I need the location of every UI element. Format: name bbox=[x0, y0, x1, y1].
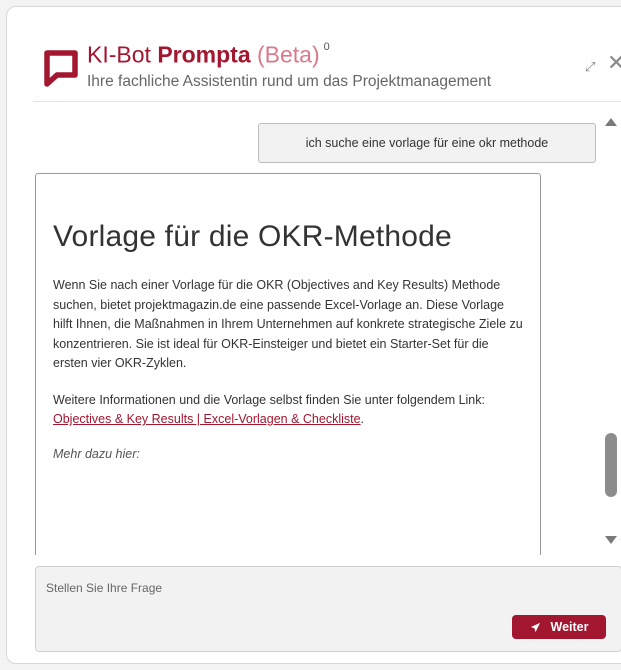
expand-icon[interactable]: ⤢ bbox=[585, 59, 595, 75]
chat-history[interactable]: ich suche eine vorlage für eine okr meth… bbox=[7, 111, 621, 555]
chat-header: KI-Bot Prompta (Beta) 0 Ihre fachliche As… bbox=[7, 7, 621, 107]
send-button-label: Weiter bbox=[550, 620, 589, 634]
chatbot-widget: KI-Bot Prompta (Beta) 0 Ihre fachliche As… bbox=[6, 6, 621, 664]
send-button[interactable]: Weiter bbox=[512, 615, 606, 639]
chat-scrollbar[interactable] bbox=[599, 111, 621, 555]
scroll-down-arrow-icon[interactable] bbox=[605, 536, 617, 544]
bot-message-paragraph: Wenn Sie nach einer Vorlage für die OKR … bbox=[53, 278, 523, 370]
bot-message-link-paragraph: Weitere Informationen und die Vorlage se… bbox=[53, 391, 524, 430]
question-input[interactable] bbox=[44, 577, 488, 599]
bot-message: Vorlage für die OKR-Methode Wenn Sie nac… bbox=[35, 173, 541, 555]
link-trailing-text: . bbox=[360, 412, 365, 426]
link-intro-text: Weitere Informationen und die Vorlage se… bbox=[53, 392, 485, 407]
chat-title: KI-Bot Prompta (Beta) 0 bbox=[87, 36, 330, 70]
close-icon[interactable]: ✕ bbox=[607, 51, 621, 75]
chat-bubble-logo-icon bbox=[44, 50, 78, 87]
template-link[interactable]: Objectives & Key Results | Excel-Vorlage… bbox=[53, 412, 361, 426]
more-info-text: Mehr dazu hier: bbox=[53, 446, 140, 461]
header-divider bbox=[33, 101, 621, 102]
scrollbar-thumb[interactable] bbox=[605, 433, 617, 497]
title-name: Prompta bbox=[157, 41, 251, 68]
user-message: ich suche eine vorlage für eine okr meth… bbox=[258, 123, 596, 163]
title-beta: (Beta) bbox=[250, 41, 320, 68]
title-brand: KI-Bot bbox=[87, 41, 158, 68]
scroll-up-arrow-icon[interactable] bbox=[605, 118, 617, 126]
question-input-box[interactable]: Weiter bbox=[35, 566, 621, 652]
title-marker: 0 bbox=[323, 41, 330, 53]
chat-subtitle: Ihre fachliche Assistentin rund um das P… bbox=[87, 73, 492, 90]
bot-message-heading: Vorlage für die OKR-Methode bbox=[53, 220, 452, 253]
send-icon bbox=[530, 622, 540, 632]
